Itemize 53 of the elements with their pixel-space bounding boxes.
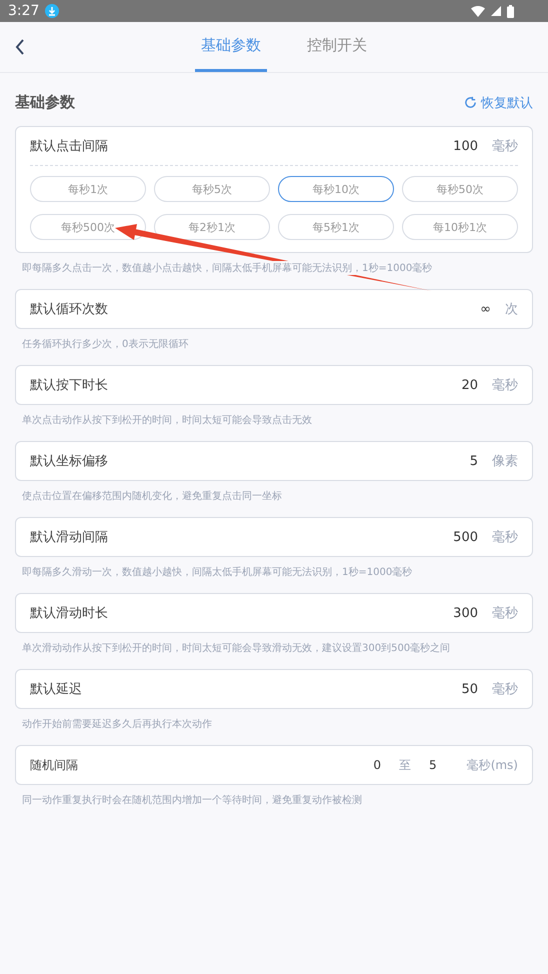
range-min[interactable]: 0 xyxy=(373,758,382,772)
setting-unit: 毫秒 xyxy=(492,138,518,155)
setting-label: 默认点击间隔 xyxy=(30,138,109,155)
range-max[interactable]: 5 xyxy=(429,758,437,772)
setting-hint: 使点击位置在偏移范围内随机变化，避免重复点击同一坐标 xyxy=(22,489,282,503)
tab[interactable]: 控制开关 xyxy=(301,22,373,72)
setting-hint: 任务循环执行多少次，0表示无限循环 xyxy=(22,337,188,351)
setting-hint: 单次滑动动作从按下到松开的时间，时间太短可能会导致滑动无效，建议设置300到500毫秒之间 xyxy=(22,641,450,655)
tab[interactable]: 基础参数 xyxy=(195,22,267,72)
setting-unit: 毫秒(ms) xyxy=(466,756,518,774)
setting-hint: 同一动作重复执行时会在随机范围内增加一个等待时间，避免重复动作被检测 xyxy=(22,793,362,807)
back-icon xyxy=(15,39,25,55)
setting-unit: 像素 xyxy=(492,453,518,470)
range-separator: 至 xyxy=(399,756,412,774)
setting-label: 默认坐标偏移 xyxy=(30,453,109,470)
setting-unit: 毫秒 xyxy=(492,377,518,394)
refresh-icon xyxy=(464,96,477,109)
setting-hint: 即每隔多久滑动一次，数值越小越快，间隔太低手机屏幕可能无法识别，1秒=1000毫秒 xyxy=(22,565,412,579)
preset-chip[interactable]: 每2秒1次 xyxy=(154,214,270,240)
preset-chip[interactable]: 每秒50次 xyxy=(402,176,518,202)
setting-label: 默认延迟 xyxy=(30,681,83,698)
preset-chip[interactable]: 每秒500次 xyxy=(30,214,146,240)
setting-value[interactable]: 500 xyxy=(453,530,478,544)
preset-chip[interactable]: 每秒10次 xyxy=(278,176,394,202)
preset-chip[interactable]: 每秒1次 xyxy=(30,176,146,202)
setting-unit: 毫秒 xyxy=(492,605,518,622)
preset-chip[interactable]: 每5秒1次 xyxy=(278,214,394,240)
preset-chip[interactable]: 每10秒1次 xyxy=(402,214,518,240)
status-time: 3:27 xyxy=(8,3,40,19)
preset-chip[interactable]: 每秒5次 xyxy=(154,176,270,202)
setting-value[interactable]: ∞ xyxy=(480,302,491,316)
setting-label: 默认按下时长 xyxy=(30,377,109,394)
setting-hint: 单次点击动作从按下到松开的时间，时间太短可能会导致点击无效 xyxy=(22,413,312,427)
setting-hint: 即每隔多久点击一次，数值越小点击越快，间隔太低手机屏幕可能无法识别，1秒=1000毫秒 xyxy=(22,261,432,275)
setting-hint: 动作开始前需要延迟多久后再执行本次动作 xyxy=(22,717,212,731)
section-title: 基础参数 xyxy=(15,93,75,112)
setting-value[interactable]: 20 xyxy=(461,378,478,392)
setting-value[interactable]: 5 xyxy=(470,454,478,468)
setting-label: 默认循环次数 xyxy=(30,301,109,318)
setting-label: 默认滑动间隔 xyxy=(30,529,109,546)
setting-label: 随机间隔 xyxy=(30,756,79,774)
signal-icon xyxy=(491,6,501,16)
battery-icon xyxy=(507,4,514,18)
setting-value[interactable]: 50 xyxy=(461,682,478,696)
setting-label: 默认滑动时长 xyxy=(30,605,109,622)
setting-value[interactable]: 300 xyxy=(453,606,478,620)
setting-unit: 毫秒 xyxy=(492,681,518,698)
download-icon xyxy=(45,4,60,18)
setting-unit: 毫秒 xyxy=(492,529,518,546)
reset-button[interactable]: 恢复默认 xyxy=(464,94,533,112)
setting-value[interactable]: 100 xyxy=(453,138,478,154)
wifi-icon xyxy=(471,6,485,16)
setting-unit: 次 xyxy=(505,301,518,318)
